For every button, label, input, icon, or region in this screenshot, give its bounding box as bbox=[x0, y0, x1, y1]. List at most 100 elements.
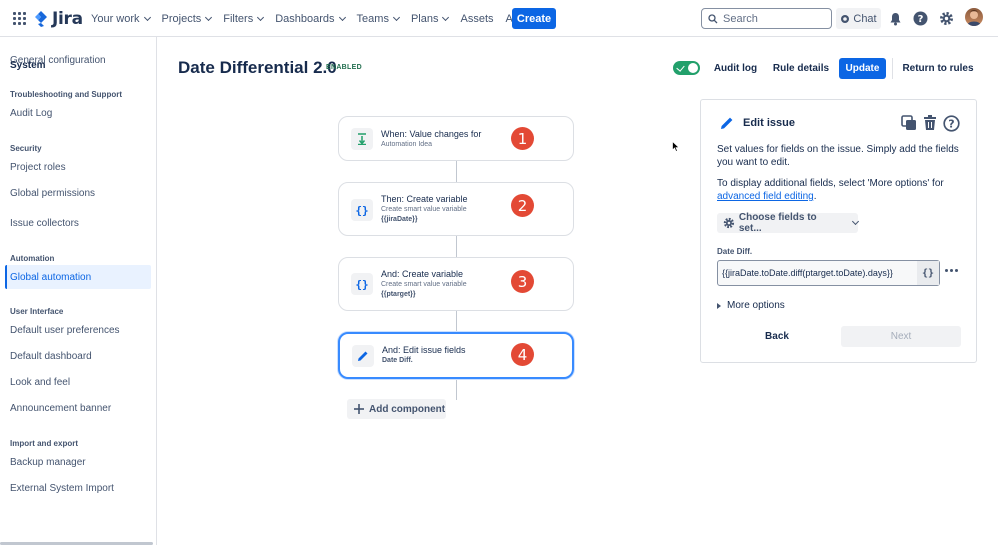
date-diff-input[interactable] bbox=[718, 261, 914, 285]
admin-sidebar: System General configuration Troubleshoot… bbox=[0, 37, 157, 545]
chevron-right-icon bbox=[717, 302, 721, 309]
card-subtitle: Create smart value variable bbox=[381, 281, 467, 288]
rule-enabled-toggle[interactable] bbox=[673, 61, 700, 75]
card-variable-name: {{jiraDate}} bbox=[381, 216, 418, 223]
nav-item-projects[interactable]: Projects bbox=[162, 13, 213, 25]
chat-button[interactable]: Chat bbox=[836, 8, 881, 29]
sidebar-item-issue-collectors[interactable]: Issue collectors bbox=[5, 211, 151, 235]
jira-logo-icon bbox=[34, 11, 48, 27]
nav-item-your-work[interactable]: Your work bbox=[91, 12, 151, 25]
panel-more-info: To display additional fields, select 'Mo… bbox=[717, 177, 962, 203]
chevron-down-icon bbox=[143, 13, 151, 21]
sidebar-item-default-user-preferences[interactable]: Default user preferences bbox=[5, 318, 151, 342]
return-to-rules-button[interactable]: Return to rules bbox=[898, 58, 978, 79]
notifications-icon[interactable] bbox=[888, 11, 903, 26]
sidebar-item-default-dashboard[interactable]: Default dashboard bbox=[5, 344, 151, 368]
nav-item-label: Plans bbox=[410, 12, 439, 25]
sidebar-item-general-configuration[interactable]: General configuration bbox=[5, 48, 151, 72]
chat-icon bbox=[841, 14, 850, 23]
nav-item-dashboards[interactable]: Dashboards bbox=[275, 12, 346, 25]
card-variable-name: {{ptarget}} bbox=[381, 291, 416, 298]
audit-log-button[interactable]: Audit log bbox=[708, 58, 763, 79]
settings-gear-icon[interactable] bbox=[939, 11, 954, 26]
nav-item-assets[interactable]: Assets bbox=[460, 13, 493, 25]
sidebar-section-automation: Automation bbox=[10, 254, 55, 263]
jira-logo[interactable]: Jira bbox=[34, 9, 83, 29]
svg-text:?: ? bbox=[918, 14, 924, 25]
step-number-badge: 2 bbox=[511, 194, 534, 217]
chevron-down-icon bbox=[392, 13, 400, 21]
page-title: Date Differential 2.0 bbox=[178, 58, 337, 77]
pencil-icon bbox=[352, 345, 374, 367]
plus-icon bbox=[354, 404, 364, 414]
search-input[interactable] bbox=[723, 12, 823, 25]
nav-item-plans[interactable]: Plans bbox=[410, 12, 450, 25]
card-title: When: Value changes for bbox=[381, 129, 482, 139]
sidebar-item-project-roles[interactable]: Project roles bbox=[5, 155, 151, 179]
update-button[interactable]: Update bbox=[839, 58, 886, 79]
nav-item-label: Dashboards bbox=[275, 12, 335, 25]
more-options-toggle[interactable]: More options bbox=[717, 300, 785, 311]
back-button[interactable]: Back bbox=[717, 326, 837, 347]
more-options-label: More options bbox=[727, 300, 785, 311]
help-circle-icon[interactable]: ? bbox=[942, 114, 960, 132]
search-box[interactable] bbox=[701, 8, 832, 29]
sidebar-section-import-and-export: Import and export bbox=[10, 439, 79, 448]
field-label: Date Diff. bbox=[717, 247, 753, 256]
sidebar-item-audit-log[interactable]: Audit Log bbox=[5, 101, 151, 125]
sidebar-item-backup-manager[interactable]: Backup manager bbox=[5, 450, 151, 474]
sidebar-item-look-and-feel[interactable]: Look and feel bbox=[5, 370, 151, 394]
card-title: And: Edit issue fields bbox=[382, 345, 466, 355]
gear-icon bbox=[723, 217, 735, 229]
flow-card-create-variable-1[interactable]: {} Then: Create variable Create smart va… bbox=[338, 182, 574, 236]
more-info-suffix: . bbox=[813, 191, 817, 202]
chevron-down-icon bbox=[442, 13, 450, 21]
delete-trash-icon[interactable] bbox=[922, 114, 938, 132]
nav-item-label: Teams bbox=[356, 12, 389, 25]
sidebar-item-global-automation[interactable]: Global automation bbox=[5, 265, 151, 289]
nav-item-filters[interactable]: Filters bbox=[223, 13, 265, 25]
add-component-button[interactable]: Add component bbox=[347, 399, 446, 419]
sidebar-item-global-permissions[interactable]: Global permissions bbox=[5, 181, 151, 205]
next-button[interactable]: Next bbox=[841, 326, 961, 347]
more-info-text: To display additional fields, select 'Mo… bbox=[717, 178, 944, 189]
chevron-down-icon bbox=[338, 13, 346, 21]
card-subtitle: Create smart value variable bbox=[381, 206, 467, 213]
sidebar-section-security: Security bbox=[10, 144, 42, 153]
choose-fields-label: Choose fields to set... bbox=[738, 212, 817, 234]
advanced-field-editing-link[interactable]: advanced field editing bbox=[717, 191, 814, 202]
choose-fields-dropdown[interactable]: Choose fields to set... bbox=[717, 212, 860, 234]
edit-issue-panel: Edit issue ? Set values for fields on th… bbox=[700, 99, 977, 363]
add-component-label: Add component bbox=[369, 403, 446, 415]
rule-details-button[interactable]: Rule details bbox=[768, 58, 834, 79]
card-subtitle: Automation Idea bbox=[381, 141, 432, 148]
help-icon[interactable]: ? bbox=[913, 11, 928, 26]
search-icon bbox=[708, 13, 718, 23]
duplicate-icon[interactable] bbox=[900, 114, 918, 132]
flow-card-edit-issue[interactable]: And: Edit issue fields Date Diff. 4 bbox=[338, 332, 574, 379]
chat-label: Chat bbox=[853, 12, 877, 25]
header-divider bbox=[892, 58, 893, 79]
smart-value-icon[interactable]: {} bbox=[917, 261, 939, 285]
nav-item-label: Your work bbox=[91, 12, 140, 25]
nav-item-label: Assets bbox=[460, 12, 494, 25]
app-switcher-icon[interactable] bbox=[13, 12, 26, 25]
status-badge: ENABLED bbox=[326, 64, 362, 71]
sidebar-item-announcement-banner[interactable]: Announcement banner bbox=[5, 396, 151, 420]
flow-card-create-variable-2[interactable]: {} And: Create variable Create smart val… bbox=[338, 257, 574, 311]
create-button[interactable]: Create bbox=[512, 8, 556, 29]
user-avatar[interactable] bbox=[965, 8, 983, 26]
date-diff-field[interactable]: {} bbox=[717, 260, 940, 286]
sidebar-item-external-system-import[interactable]: External System Import bbox=[5, 476, 151, 500]
flow-card-trigger[interactable]: When: Value changes for Automation Idea … bbox=[338, 116, 574, 161]
chevron-down-icon bbox=[852, 217, 860, 226]
more-actions-icon[interactable] bbox=[945, 269, 958, 272]
mouse-cursor-icon bbox=[672, 140, 680, 156]
smart-value-icon: {} bbox=[351, 199, 373, 221]
nav-item-teams[interactable]: Teams bbox=[356, 12, 400, 25]
nav-menu: Your work Projects Filters Dashboards Teams P… bbox=[91, 0, 553, 37]
chevron-down-icon bbox=[205, 13, 213, 21]
top-navigation: Jira Your work Projects Filters Dashboards T… bbox=[0, 0, 998, 37]
sidebar-section-user-interface: User Interface bbox=[10, 307, 64, 316]
panel-description: Set values for fields on the issue. Simp… bbox=[717, 144, 959, 168]
